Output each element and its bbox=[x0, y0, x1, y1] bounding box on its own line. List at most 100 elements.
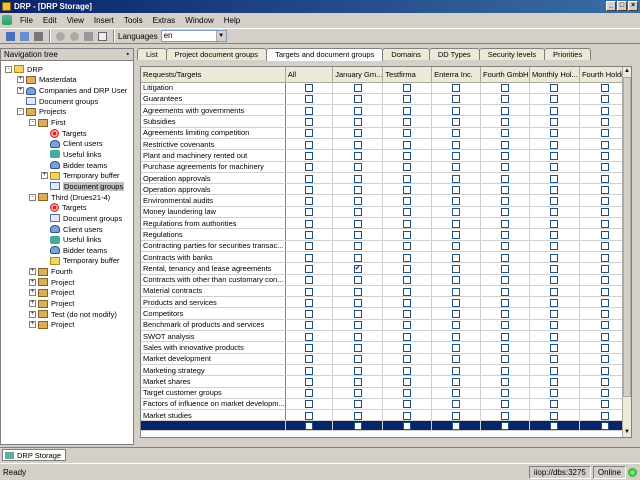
tree-node[interactable]: + Project bbox=[29, 288, 74, 299]
expand-icon[interactable]: + bbox=[41, 172, 48, 180]
assignment-checkbox[interactable] bbox=[403, 84, 412, 93]
tree-node[interactable]: + Masterdata bbox=[17, 75, 77, 86]
assignment-checkbox[interactable] bbox=[403, 140, 412, 149]
column-header[interactable]: Fourth GmbH bbox=[480, 67, 530, 83]
tree-node[interactable]: Targets bbox=[41, 128, 87, 139]
collapse-icon[interactable]: - bbox=[29, 119, 36, 127]
assignment-checkbox[interactable] bbox=[304, 106, 313, 115]
assignment-checkbox[interactable] bbox=[550, 140, 559, 149]
menu-window[interactable]: Window bbox=[180, 16, 218, 25]
assignment-checkbox[interactable] bbox=[600, 242, 609, 251]
new-row[interactable] bbox=[141, 420, 631, 432]
assignment-checkbox[interactable] bbox=[600, 310, 609, 319]
scroll-up-icon[interactable]: ▲ bbox=[623, 67, 631, 76]
assignment-checkbox[interactable] bbox=[403, 219, 412, 228]
assignment-checkbox[interactable] bbox=[452, 151, 461, 160]
assignment-checkbox[interactable] bbox=[403, 208, 412, 217]
assignment-checkbox[interactable] bbox=[304, 400, 313, 409]
maximize-button[interactable]: □ bbox=[617, 1, 627, 11]
assignment-checkbox[interactable] bbox=[600, 231, 609, 240]
assignment-checkbox[interactable] bbox=[403, 106, 412, 115]
assignment-checkbox[interactable] bbox=[501, 140, 509, 149]
expand-icon[interactable]: + bbox=[17, 87, 24, 95]
assignment-checkbox[interactable] bbox=[600, 129, 609, 138]
help-button[interactable] bbox=[82, 30, 95, 42]
assignment-checkbox[interactable] bbox=[403, 389, 412, 398]
assignment-checkbox[interactable] bbox=[304, 332, 313, 341]
assignment-checkbox[interactable] bbox=[403, 321, 412, 330]
assignment-checkbox[interactable] bbox=[600, 151, 609, 160]
assignment-checkbox[interactable] bbox=[353, 343, 362, 352]
new-row-checkbox[interactable] bbox=[304, 422, 313, 430]
close-button[interactable]: × bbox=[628, 1, 638, 11]
assignment-checkbox[interactable] bbox=[501, 84, 509, 93]
assignment-checkbox[interactable] bbox=[550, 174, 559, 183]
minimize-button[interactable]: _ bbox=[606, 1, 616, 11]
assignment-checkbox[interactable] bbox=[501, 151, 509, 160]
assignment-checkbox[interactable] bbox=[304, 129, 313, 138]
collapse-icon[interactable]: - bbox=[17, 108, 24, 116]
assignment-checkbox[interactable] bbox=[353, 231, 362, 240]
assignment-checkbox[interactable] bbox=[452, 321, 461, 330]
assignment-checkbox[interactable] bbox=[304, 174, 313, 183]
assignment-checkbox[interactable] bbox=[452, 185, 461, 194]
assignment-checkbox[interactable] bbox=[600, 253, 609, 262]
tree-node[interactable]: Temporary buffer bbox=[41, 256, 120, 267]
assignment-checkbox[interactable] bbox=[353, 84, 362, 93]
tree-node[interactable]: + Project bbox=[29, 277, 74, 288]
assignment-checkbox[interactable] bbox=[600, 355, 609, 364]
assignment-checkbox[interactable] bbox=[452, 310, 461, 319]
assignment-checkbox[interactable] bbox=[550, 377, 559, 386]
assignment-checkbox[interactable] bbox=[501, 332, 509, 341]
assignment-checkbox[interactable] bbox=[600, 411, 609, 420]
assignment-checkbox[interactable] bbox=[501, 197, 509, 206]
assignment-checkbox[interactable] bbox=[353, 366, 362, 375]
assignment-checkbox[interactable] bbox=[550, 389, 559, 398]
tab-list[interactable]: List bbox=[137, 48, 167, 60]
menu-file[interactable]: File bbox=[15, 16, 38, 25]
menu-tools[interactable]: Tools bbox=[119, 16, 148, 25]
assignment-checkbox[interactable] bbox=[600, 208, 609, 217]
expand-icon[interactable]: + bbox=[17, 76, 24, 84]
new-row-checkbox[interactable] bbox=[452, 422, 461, 430]
assignment-checkbox[interactable] bbox=[304, 343, 313, 352]
tree-node[interactable]: Document groups bbox=[41, 181, 125, 192]
assignment-checkbox[interactable] bbox=[501, 321, 509, 330]
assignment-checkbox[interactable] bbox=[304, 151, 313, 160]
tree-node[interactable]: Document groups bbox=[17, 96, 98, 107]
assignment-checkbox[interactable] bbox=[353, 355, 362, 364]
tree-node[interactable]: Targets bbox=[41, 202, 87, 213]
assignment-checkbox[interactable] bbox=[353, 140, 362, 149]
assignment-checkbox[interactable] bbox=[304, 197, 313, 206]
assignment-checkbox[interactable] bbox=[353, 253, 362, 262]
assignment-checkbox[interactable] bbox=[550, 287, 559, 296]
assignment-checkbox[interactable] bbox=[403, 377, 412, 386]
assignment-checkbox[interactable] bbox=[403, 253, 412, 262]
expand-icon[interactable]: + bbox=[29, 289, 36, 297]
assignment-checkbox[interactable] bbox=[452, 106, 461, 115]
assignment-checkbox[interactable] bbox=[403, 287, 412, 296]
assignment-checkbox[interactable] bbox=[353, 163, 362, 172]
tab-security-levels[interactable]: Security levels bbox=[478, 48, 546, 60]
assignment-checkbox[interactable] bbox=[452, 366, 461, 375]
assignment-checkbox[interactable] bbox=[403, 343, 412, 352]
assignment-checkbox[interactable] bbox=[304, 219, 313, 228]
assignment-checkbox[interactable] bbox=[452, 129, 461, 138]
assignment-checkbox[interactable] bbox=[550, 264, 559, 273]
assignment-checkbox[interactable] bbox=[353, 208, 362, 217]
assignment-checkbox[interactable] bbox=[501, 242, 509, 251]
assignment-checkbox[interactable] bbox=[403, 185, 412, 194]
assignment-checkbox[interactable] bbox=[550, 310, 559, 319]
tree-node[interactable]: + Temporary buffer bbox=[41, 171, 120, 182]
assignment-checkbox[interactable] bbox=[501, 389, 509, 398]
assignment-checkbox[interactable] bbox=[501, 118, 509, 127]
assignment-checkbox[interactable] bbox=[501, 276, 509, 285]
assignment-checkbox[interactable] bbox=[403, 174, 412, 183]
assignment-checkbox[interactable] bbox=[304, 389, 313, 398]
assignment-checkbox[interactable] bbox=[403, 400, 412, 409]
assignment-checkbox[interactable] bbox=[304, 95, 313, 104]
assignment-checkbox[interactable] bbox=[452, 355, 461, 364]
new-row-checkbox[interactable] bbox=[550, 422, 559, 430]
assignment-checkbox[interactable] bbox=[304, 321, 313, 330]
assignment-checkbox[interactable] bbox=[353, 129, 362, 138]
